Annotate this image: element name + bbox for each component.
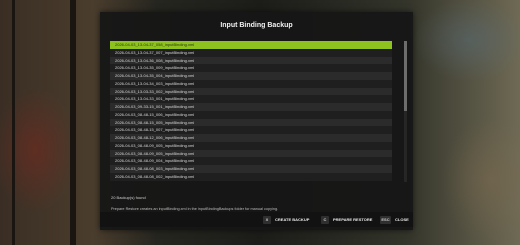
create-backup-label: CREATE BACKUP — [275, 217, 310, 222]
scrollbar[interactable] — [404, 41, 407, 182]
backup-list-item[interactable]: 2026-04-03_13-04-33_001_inputBinding.xml — [110, 95, 392, 103]
backup-list[interactable]: 2026-04-03_13-04-37_058_inputBinding.xml… — [110, 41, 392, 182]
backup-list-item[interactable]: 2026-04-03_08-48-08_003_inputBinding.xml — [110, 165, 392, 173]
prepare-restore-label: PREPARE RESTORE — [333, 217, 373, 222]
close-button[interactable]: ESC CLOSE — [380, 215, 409, 224]
scrollbar-thumb[interactable] — [404, 41, 407, 111]
backup-list-item[interactable]: 2026-04-03_08-48-12_006_inputBinding.xml — [110, 134, 392, 142]
backup-list-item[interactable]: 2026-04-03_08-48-09_004_inputBinding.xml — [110, 157, 392, 165]
create-backup-button[interactable]: X CREATE BACKUP — [263, 215, 309, 224]
backup-list-item[interactable]: 2026-04-03_13-04-37_007_inputBinding.xml — [110, 48, 392, 57]
key-x-icon: X — [263, 215, 271, 224]
backup-count: 20 Backup(s) found — [111, 195, 146, 200]
backup-list-item[interactable]: 2026-04-03_13-04-34_003_inputBinding.xml — [110, 79, 392, 88]
backup-list-item[interactable]: 2026-04-03_08-48-09_005_inputBinding.xml — [110, 149, 392, 158]
backup-list-item[interactable]: 2026-04-03_13-03-33_002_inputBinding.xml — [110, 87, 392, 96]
background-post — [70, 0, 76, 245]
backup-list-item[interactable]: 2026-04-03_13-04-36_008_inputBinding.xml — [110, 56, 392, 65]
background-post — [12, 0, 15, 245]
footer-bar: X CREATE BACKUP C PREPARE RESTORE ESC CL… — [100, 212, 413, 227]
backup-list-item[interactable]: 2026-04-03_09-33-15_001_inputBinding.xml — [110, 103, 392, 111]
hint-text: Prepare Restore creates an inputBinding.… — [111, 207, 279, 211]
close-label: CLOSE — [395, 217, 409, 222]
backup-list-item[interactable]: 2026-04-03_13-04-35_004_inputBinding.xml — [110, 72, 392, 80]
backup-dialog: Input Binding Backup 2026-04-03_13-04-37… — [100, 12, 413, 230]
backup-list-item[interactable]: 2026-04-03_08-48-15_005_inputBinding.xml — [110, 118, 392, 127]
key-esc-icon: ESC — [380, 215, 391, 224]
key-c-icon: C — [321, 215, 329, 224]
dialog-title: Input Binding Backup — [220, 22, 293, 29]
backup-list-item[interactable]: 2026-04-03_13-04-37_058_inputBinding.xml — [110, 41, 392, 49]
prepare-restore-button[interactable]: C PREPARE RESTORE — [321, 215, 372, 224]
backup-list-item[interactable]: 2026-04-03_08-48-15_007_inputBinding.xml — [110, 126, 392, 134]
backup-list-item[interactable]: 2026-04-03_08-48-08_002_inputBinding.xml — [110, 172, 392, 181]
backup-list-item[interactable]: 2026-04-03_08-48-15_006_inputBinding.xml — [110, 110, 392, 119]
backup-list-item[interactable]: 2026-04-03_08-48-09_005_inputBinding.xml — [110, 141, 392, 150]
backup-list-item[interactable]: 2026-04-03_13-04-35_009_inputBinding.xml — [110, 64, 392, 72]
